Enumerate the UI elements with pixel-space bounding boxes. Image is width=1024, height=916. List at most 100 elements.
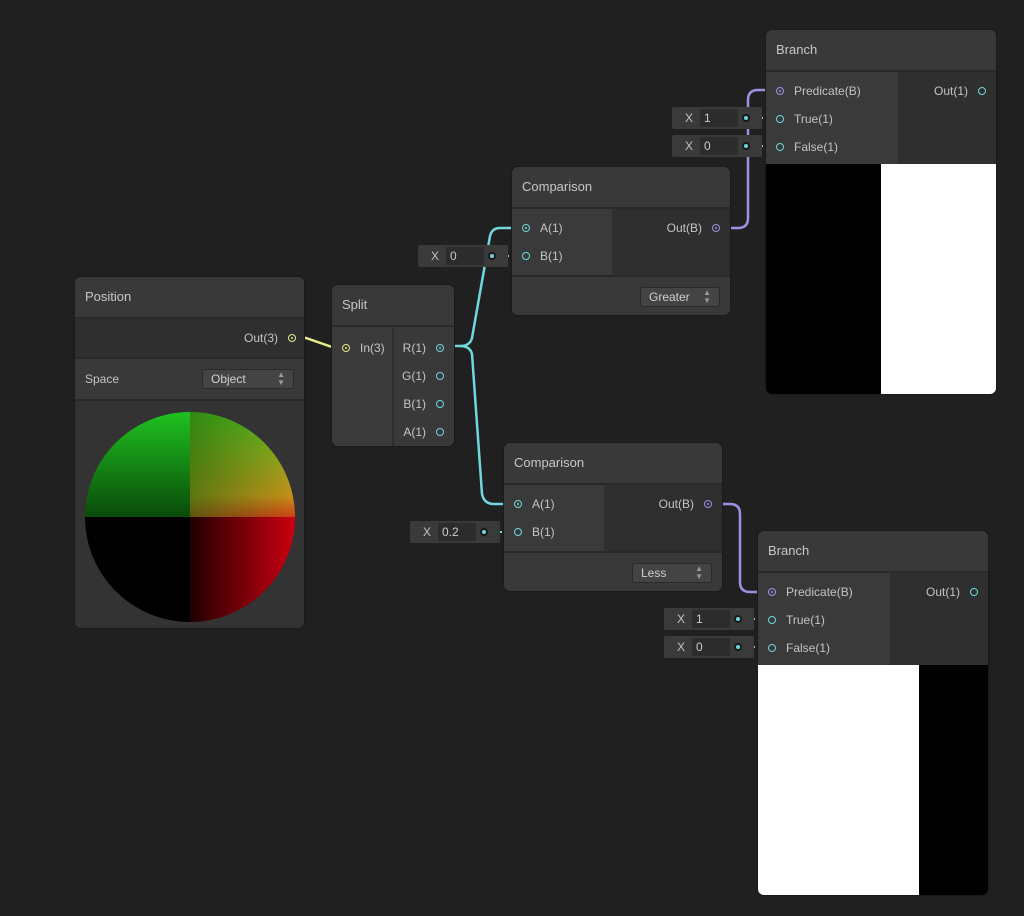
output-port-a[interactable]: A(1): [394, 418, 454, 446]
port-connector-icon[interactable]: [704, 500, 712, 508]
output-ports: Out(B): [612, 209, 730, 275]
input-port-false[interactable]: False(1): [758, 634, 890, 662]
output-port-out[interactable]: Out(1): [898, 77, 996, 105]
input-port-predicate[interactable]: Predicate(B): [758, 578, 890, 606]
port-connector-icon[interactable]: [768, 616, 776, 624]
value-input[interactable]: 0: [446, 247, 484, 265]
output-port-out[interactable]: Out(B): [604, 490, 722, 518]
input-ports: In(3): [332, 327, 392, 446]
input-port-a[interactable]: A(1): [512, 214, 612, 242]
comparison-node-top[interactable]: Comparison A(1) B(1) Out(B) Greater ▲ ▼: [512, 167, 730, 315]
output-port-r[interactable]: R(1): [394, 334, 454, 362]
output-port-out[interactable]: Out(B): [612, 214, 730, 242]
port-label: A(1): [532, 497, 555, 511]
comparison-top-b-value-field[interactable]: X 0: [418, 245, 508, 267]
branch-top-false-value-field[interactable]: X 0: [672, 135, 762, 157]
value-input[interactable]: 1: [692, 610, 730, 628]
port-connector-icon[interactable]: [436, 372, 444, 380]
port-connector-icon[interactable]: [522, 224, 530, 232]
port-connector-icon[interactable]: [436, 428, 444, 436]
output-ports: Out(1): [890, 573, 988, 665]
value-input[interactable]: 0: [692, 638, 730, 656]
port-connector-icon[interactable]: [970, 588, 978, 596]
dropdown-value: Less: [641, 566, 667, 580]
comparison-mode-dropdown[interactable]: Less ▲ ▼: [632, 563, 712, 583]
axis-label: X: [430, 249, 439, 263]
output-port-b[interactable]: B(1): [394, 390, 454, 418]
space-dropdown-value: Object: [211, 372, 246, 386]
dropdown-value: Greater: [649, 290, 690, 304]
output-ports: Out(1): [898, 72, 996, 164]
preview-area: [75, 401, 304, 628]
port-label: False(1): [794, 140, 839, 154]
branch-top-true-value-field[interactable]: X 1: [672, 107, 762, 129]
port-label: B(1): [403, 397, 426, 411]
port-connector-icon[interactable]: [522, 252, 530, 260]
port-label: Predicate(B): [786, 585, 853, 599]
comparison-node-bottom[interactable]: Comparison A(1) B(1) Out(B) Less ▲ ▼: [504, 443, 722, 591]
input-port-b[interactable]: B(1): [504, 518, 604, 546]
port-label: B(1): [540, 249, 563, 263]
output-port-out[interactable]: Out(1): [890, 578, 988, 606]
value-input[interactable]: 0: [700, 137, 738, 155]
split-node[interactable]: Split In(3) R(1) G(1) B(1) A(1): [332, 285, 454, 446]
port-connector-icon[interactable]: [342, 344, 350, 352]
port-connector-icon[interactable]: [776, 143, 784, 151]
port-connector-icon[interactable]: [436, 400, 444, 408]
port-label: Out(1): [933, 84, 968, 98]
port-connector-icon[interactable]: [436, 344, 444, 352]
port-connector-icon[interactable]: [288, 334, 296, 342]
value-connector-icon: [734, 643, 742, 651]
input-port-a[interactable]: A(1): [504, 490, 604, 518]
input-port-in[interactable]: In(3): [332, 334, 392, 362]
value-input[interactable]: 0.2: [438, 523, 476, 541]
branch-node-bottom[interactable]: Branch Predicate(B) True(1) False(1) Out…: [758, 531, 988, 895]
value-connector-icon: [480, 528, 488, 536]
comparison-bottom-b-value-field[interactable]: X 0.2: [410, 521, 500, 543]
axis-label: X: [676, 612, 685, 626]
port-label: Out(B): [666, 221, 702, 235]
port-connector-icon[interactable]: [768, 644, 776, 652]
comparison-mode-dropdown[interactable]: Greater ▲ ▼: [640, 287, 720, 307]
port-connector-icon[interactable]: [514, 500, 522, 508]
position-node[interactable]: Position Out(3) Space Object ▲ ▼: [75, 277, 304, 628]
node-title: Position: [75, 277, 304, 319]
branch-bottom-true-value-field[interactable]: X 1: [664, 608, 754, 630]
input-port-true[interactable]: True(1): [766, 105, 898, 133]
branch-preview: [758, 665, 988, 895]
port-label: A(1): [403, 425, 426, 439]
port-connector-icon[interactable]: [978, 87, 986, 95]
input-port-predicate[interactable]: Predicate(B): [766, 77, 898, 105]
node-title: Comparison: [512, 167, 730, 209]
port-connector-icon[interactable]: [776, 87, 784, 95]
axis-label: X: [676, 640, 685, 654]
port-label: G(1): [402, 369, 426, 383]
node-title: Branch: [766, 30, 996, 72]
port-connector-icon[interactable]: [776, 115, 784, 123]
value-connector-icon: [742, 142, 750, 150]
input-ports: A(1) B(1): [512, 209, 612, 275]
space-label: Space: [85, 372, 120, 386]
value-connector-icon: [742, 114, 750, 122]
port-connector-icon[interactable]: [514, 528, 522, 536]
branch-bottom-false-value-field[interactable]: X 0: [664, 636, 754, 658]
position-preview-sphere: [85, 412, 295, 622]
port-connector-icon[interactable]: [768, 588, 776, 596]
input-port-b[interactable]: B(1): [512, 242, 612, 270]
axis-label: X: [422, 525, 431, 539]
port-connector-icon[interactable]: [712, 224, 720, 232]
branch-node-top[interactable]: Branch Predicate(B) True(1) False(1) Out…: [766, 30, 996, 394]
output-port-out[interactable]: Out(3): [244, 324, 296, 352]
output-port-g[interactable]: G(1): [394, 362, 454, 390]
input-port-false[interactable]: False(1): [766, 133, 898, 161]
value-input[interactable]: 1: [700, 109, 738, 127]
output-ports: R(1) G(1) B(1) A(1): [392, 327, 454, 446]
input-port-true[interactable]: True(1): [758, 606, 890, 634]
space-dropdown[interactable]: Object ▲ ▼: [202, 369, 294, 389]
node-title: Comparison: [504, 443, 722, 485]
port-label: R(1): [402, 341, 426, 355]
port-label: Out(1): [925, 585, 960, 599]
port-label: True(1): [786, 613, 825, 627]
dropdown-arrows-icon: ▲ ▼: [277, 370, 285, 387]
node-title: Split: [332, 285, 454, 327]
